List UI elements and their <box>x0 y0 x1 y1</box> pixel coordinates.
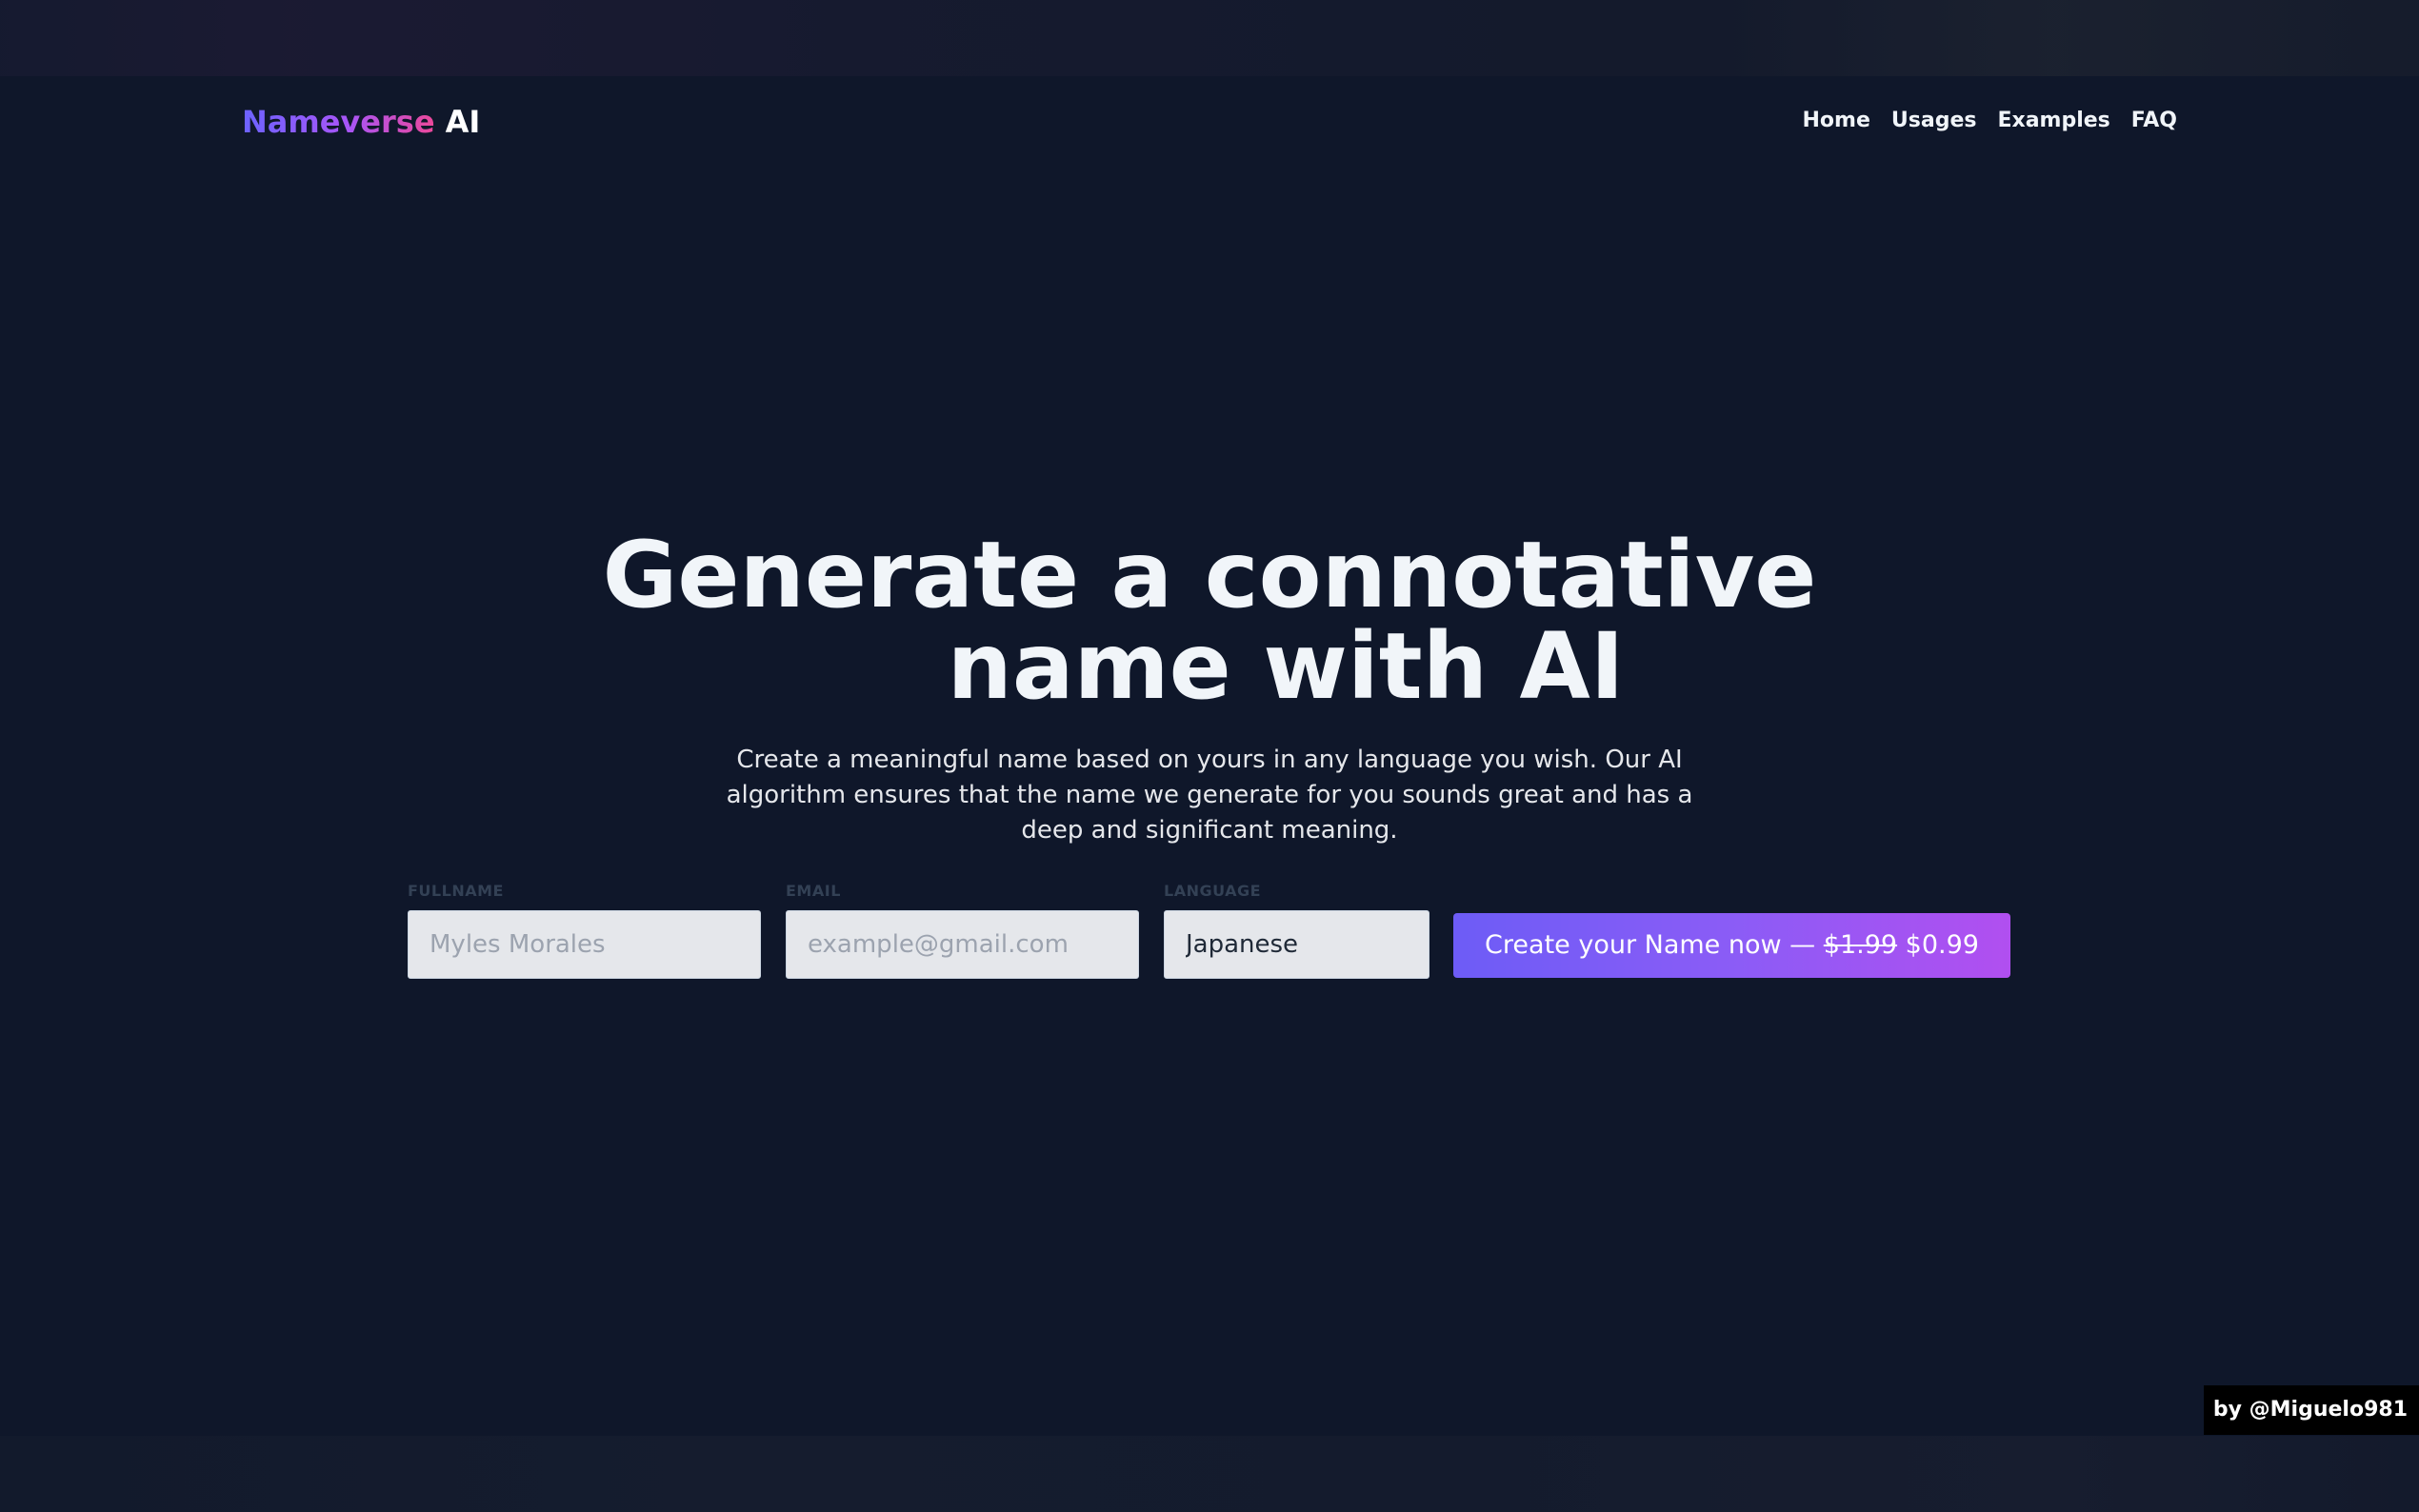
nav-examples[interactable]: Examples <box>1997 107 2109 135</box>
nav-home[interactable]: Home <box>1803 107 1870 135</box>
main-nav: Home Usages Examples FAQ <box>1803 107 2177 135</box>
hero-subtitle: Create a meaningful name based on yours … <box>726 746 1693 845</box>
language-input[interactable] <box>1164 910 1429 979</box>
old-price: $1.99 <box>1823 930 1898 960</box>
brand-name-part1: Nameverse <box>242 104 435 140</box>
language-label: LANGUAGE <box>1164 882 1262 900</box>
brand-name-part2: AI <box>445 104 481 140</box>
hero-title-line2: name with AI <box>947 613 1625 720</box>
top-background-glow <box>0 0 2419 76</box>
author-credit-badge[interactable]: by @Miguelo981 <box>2203 1385 2419 1435</box>
nav-faq[interactable]: FAQ <box>2131 107 2177 135</box>
email-input[interactable] <box>786 910 1139 979</box>
hero-title: Generate a connotative name with AI <box>0 529 2419 712</box>
new-price: $0.99 <box>1905 930 1979 960</box>
email-label: EMAIL <box>786 882 841 900</box>
hero-title-line1: Generate a connotative <box>602 522 1817 628</box>
create-name-button-label: Create your Name now — <box>1485 930 1816 960</box>
create-name-button[interactable]: Create your Name now — $1.99 $0.99 <box>1453 913 2010 978</box>
brand-logo[interactable]: Nameverse AI <box>242 103 480 141</box>
fullname-label: FULLNAME <box>408 882 504 900</box>
bottom-background-glow <box>0 1436 2419 1512</box>
fullname-input[interactable] <box>408 910 761 979</box>
nav-usages[interactable]: Usages <box>1891 107 1977 135</box>
page: Nameverse AI Home Usages Examples FAQ Ge… <box>0 0 2419 1512</box>
